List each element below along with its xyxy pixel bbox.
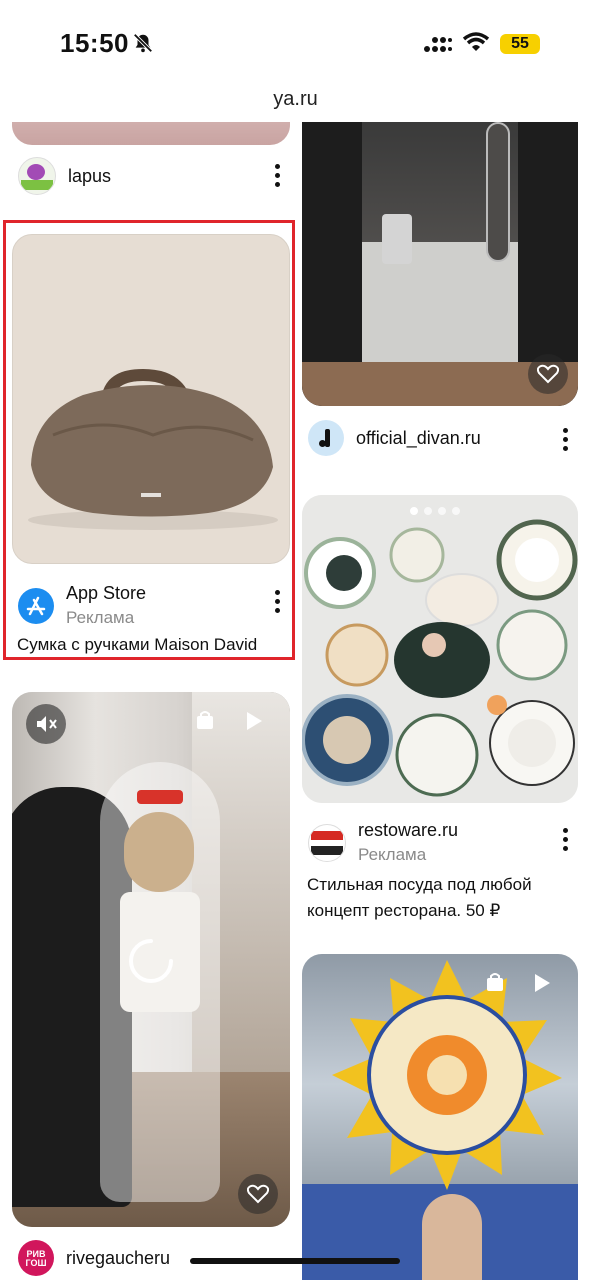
author-name: rivegaucheru [66, 1247, 171, 1268]
play-icon[interactable] [532, 972, 552, 994]
wifi-icon [462, 32, 490, 51]
bag-icon [487, 973, 503, 991]
loading-icon [129, 939, 173, 983]
pin-video-sun-plate[interactable] [302, 954, 578, 1280]
bell-off-icon [133, 33, 153, 53]
pin-image-hallway[interactable] [302, 122, 578, 406]
author-name: lapus [68, 165, 112, 186]
signal-icon [424, 37, 452, 52]
more-icon[interactable] [563, 828, 569, 852]
more-icon[interactable] [275, 164, 281, 188]
battery-indicator: 55 [500, 34, 540, 54]
home-indicator [190, 1258, 400, 1264]
ad-label: Реклама [66, 608, 135, 627]
desc-line: Стильная посуда под любой [307, 875, 532, 894]
plates-illustration [302, 495, 578, 803]
author-name: App Store [66, 583, 147, 603]
more-icon[interactable] [275, 590, 281, 614]
bag-icon [197, 711, 213, 729]
avatar [18, 157, 56, 195]
pin-description: Сумка с ручками Maison David [17, 635, 258, 654]
mute-icon[interactable] [26, 704, 66, 744]
pin-image-plates[interactable] [302, 495, 578, 803]
ad-label: Реклама [358, 845, 427, 864]
play-icon[interactable] [244, 710, 264, 732]
pin-video-rivegauche[interactable] [12, 692, 290, 1227]
heart-icon[interactable] [528, 354, 568, 394]
carousel-dots [410, 507, 470, 519]
pin-author-divan[interactable]: official_divan.ru [308, 420, 481, 456]
author-name: restoware.ru [358, 820, 459, 840]
pin-author-rivegauche[interactable]: РИВ ГОШ rivegaucheru [18, 1240, 170, 1276]
heart-icon[interactable] [238, 1174, 278, 1214]
pin-author-appstore[interactable]: App Store Реклама [18, 583, 146, 628]
avatar: РИВ ГОШ [18, 1240, 54, 1276]
author-name: official_divan.ru [356, 427, 481, 448]
more-icon[interactable] [563, 428, 569, 452]
pin-image-bag[interactable] [12, 234, 290, 564]
avatar [308, 823, 346, 862]
status-time: 15:50 [60, 28, 129, 58]
desc-line: концепт ресторана. 50 ₽ [307, 901, 501, 920]
avatar [308, 420, 344, 456]
pin-author-lapus[interactable]: lapus [18, 157, 111, 195]
pin-description: Стильная посуда под любой концепт рестор… [307, 872, 532, 924]
sun-plate-illustration [332, 960, 562, 1190]
appstore-icon [18, 587, 54, 624]
url-text[interactable]: ya.ru [0, 88, 591, 111]
pin-author-restoware[interactable]: restoware.ru Реклама [308, 820, 458, 865]
status-bar: 15:50 55 [0, 0, 591, 88]
bag-illustration [28, 368, 278, 530]
